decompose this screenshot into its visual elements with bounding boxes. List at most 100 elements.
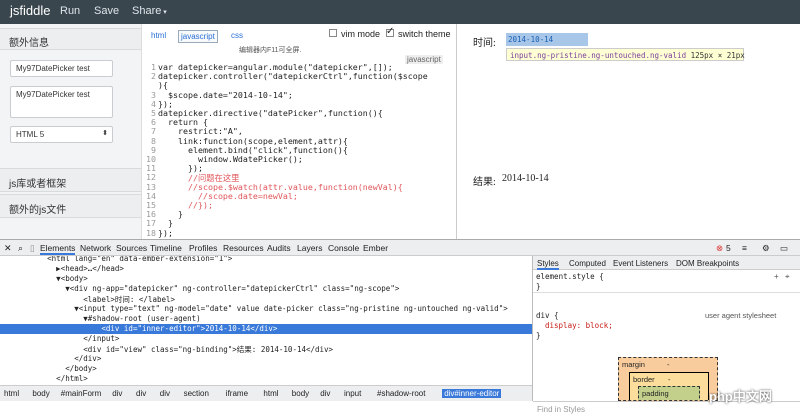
code-line: }); (158, 227, 173, 238)
margin-top-value: - (667, 360, 670, 369)
breadcrumb-item[interactable]: div (136, 389, 146, 398)
breadcrumb-item[interactable]: body (292, 389, 309, 398)
switch-theme-checkbox[interactable] (386, 26, 394, 37)
console-drawer-icon[interactable]: ≡ (742, 243, 747, 253)
styles-tabbar: Styles Computed Event Listeners DOM Brea… (533, 256, 800, 270)
div-rule-selector: div { (536, 311, 559, 320)
tab-javascript[interactable]: javascript (178, 30, 218, 43)
devtools-tab-timeline[interactable]: Timeline (150, 243, 182, 253)
breadcrumb-item[interactable]: div (112, 389, 122, 398)
breadcrumb-item[interactable]: iframe (226, 389, 248, 398)
dom-node-row[interactable]: ▼#shadow-root (user-agent) (0, 314, 532, 324)
dom-node-row[interactable]: ▼<input type="text" ng-model="date" valu… (0, 304, 532, 314)
breadcrumb-item[interactable]: div (320, 389, 330, 398)
rule-declaration: display: block; (545, 321, 613, 330)
logo[interactable]: jsfiddle (10, 3, 50, 18)
breadcrumb-item[interactable]: #mainForm (61, 389, 101, 398)
devtools-tab-profiles[interactable]: Profiles (189, 243, 217, 253)
breadcrumb-item[interactable]: html (4, 389, 19, 398)
breadcrumb-item[interactable]: body (32, 389, 49, 398)
divider (533, 292, 800, 293)
dom-node-row[interactable]: </div> (0, 354, 532, 364)
breadcrumb-item[interactable]: html (263, 389, 278, 398)
vim-mode-label: vim mode (341, 29, 381, 39)
tab-dom-breakpoints[interactable]: DOM Breakpoints (676, 259, 739, 268)
save-button[interactable]: Save (94, 5, 119, 17)
inspect-icon[interactable]: ⌕ (18, 243, 23, 254)
tab-styles[interactable]: Styles (537, 259, 559, 270)
share-label: Share (132, 5, 162, 17)
watermark-logo: php中文网 (709, 389, 772, 404)
editor-pane: html javascript css vim mode switch them… (143, 24, 457, 247)
border-label: border (633, 375, 655, 384)
dock-icon[interactable]: ▭ (780, 243, 788, 254)
share-button[interactable]: Share ▾ (132, 5, 167, 17)
devtools-tab-network[interactable]: Network (80, 243, 111, 253)
elements-tree[interactable]: <html lang="en" data-ember-extension="1"… (0, 256, 532, 385)
padding-label: padding (642, 389, 669, 398)
element-style-rule[interactable]: element.style { (536, 272, 604, 281)
error-count: 5 (726, 243, 731, 253)
breadcrumb-item[interactable]: #shadow-root (377, 389, 425, 398)
dom-node-row[interactable]: <html lang="en" data-ember-extension="1"… (0, 256, 532, 264)
dom-node-row[interactable]: ▼<div ng-app="datepicker" ng-controller=… (0, 284, 532, 294)
time-label: 时间: (473, 38, 496, 49)
result-preview: 时间: 2014-10-14 input.ng-pristine.ng-unto… (458, 24, 800, 239)
tab-css[interactable]: css (229, 30, 245, 41)
description-textarea[interactable]: My97DatePicker test (10, 86, 113, 118)
breadcrumb-item[interactable]: input (344, 389, 361, 398)
vim-mode-checkbox[interactable] (329, 29, 337, 37)
devtools-tab-audits[interactable]: Audits (267, 243, 291, 253)
rule-close: } (536, 331, 541, 340)
devtools-tab-resources[interactable]: Resources (223, 243, 264, 253)
box-model-margin: margin - border - padding (618, 357, 718, 401)
code-line: $scope.date="2014-10-14"; (158, 89, 293, 100)
find-in-styles-input[interactable]: Find in Styles (537, 405, 585, 414)
add-rule-icon[interactable]: + (774, 272, 779, 281)
dom-node-row[interactable]: <label>时间: </label> (0, 294, 532, 304)
date-input[interactable]: 2014-10-14 (506, 33, 588, 46)
devtools-tab-ember[interactable]: Ember (363, 243, 388, 253)
dom-node-row[interactable]: </body> (0, 364, 532, 374)
external-js-header[interactable]: 额外的js文件 (0, 194, 141, 218)
devtools-tab-sources[interactable]: Sources (116, 243, 147, 253)
switch-theme-label: switch theme (398, 29, 451, 39)
title-input[interactable]: My97DatePicker test (10, 60, 113, 77)
close-icon[interactable]: ✕ (4, 243, 12, 254)
dom-node-row[interactable]: </input> (0, 334, 532, 344)
devtools-tab-layers[interactable]: Layers (297, 243, 323, 253)
code-editor[interactable]: 1 var datepicker=angular.module("datepick… (143, 62, 457, 247)
devtools-tab-console[interactable]: Console (328, 243, 359, 253)
select-arrow-icon: ⬍ (102, 130, 108, 137)
mobile-icon[interactable]: ▯ (30, 243, 35, 254)
styles-pane: Styles Computed Event Listeners DOM Brea… (532, 256, 800, 417)
external-info-header[interactable]: 额外信息 (0, 28, 141, 50)
dom-node-row[interactable]: <div id="view" class="ng-binding">结果: 20… (0, 344, 532, 354)
result-label: 结果: (473, 177, 496, 188)
line-number: 2 (151, 71, 156, 82)
run-button[interactable]: Run (60, 5, 80, 17)
box-model-border: border - padding (629, 372, 709, 400)
margin-label: margin (622, 360, 645, 369)
element-style-close: } (536, 282, 541, 291)
dom-node-row[interactable]: ▶<head>…</head> (0, 264, 532, 274)
libs-header[interactable]: js库或者框架 (0, 168, 141, 192)
dom-node-row[interactable]: <div id="inner-editor">2014-10-14</div> (0, 324, 532, 334)
toggle-state-icon[interactable]: ⌖ (785, 272, 790, 282)
tab-event-listeners[interactable]: Event Listeners (613, 259, 668, 268)
breadcrumb-item[interactable]: div#inner-editor (442, 389, 502, 398)
tab-computed[interactable]: Computed (569, 259, 606, 268)
breadcrumb-item[interactable]: div (160, 389, 170, 398)
doctype-select[interactable]: HTML 5 ⬍ (10, 126, 113, 143)
breadcrumb-item[interactable]: section (184, 389, 209, 398)
inspector-tooltip: input.ng-pristine.ng-untouched.ng-valid … (506, 48, 745, 61)
tab-html[interactable]: html (149, 30, 168, 41)
devtools-tab-elements[interactable]: Elements (40, 243, 76, 255)
box-model-padding: padding (638, 386, 700, 400)
border-top-value: - (668, 375, 671, 384)
sidebar: 额外信息 My97DatePicker test My97DatePicker … (0, 24, 142, 239)
dom-node-row[interactable]: ▼<body> (0, 274, 532, 284)
settings-icon[interactable]: ⚙ (762, 243, 770, 254)
breadcrumb: html body #mainForm div div div section iframe h… (0, 385, 532, 401)
dom-node-row[interactable]: </html> (0, 374, 532, 384)
